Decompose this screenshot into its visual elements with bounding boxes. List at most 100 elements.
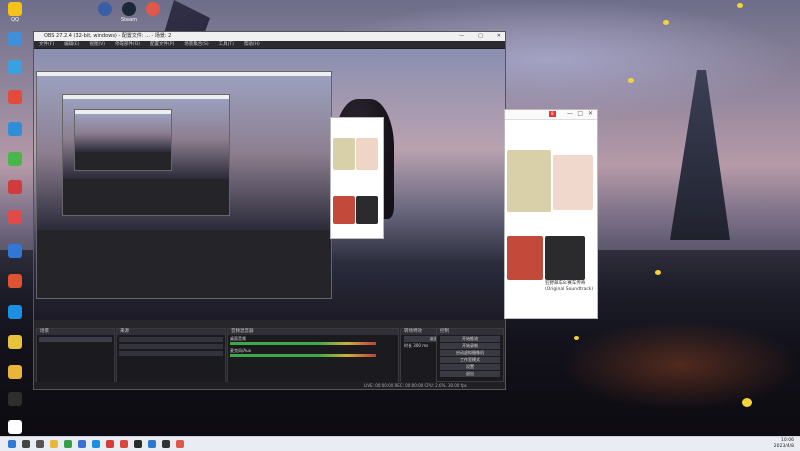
- source-item[interactable]: [119, 337, 223, 342]
- app-icon: [8, 244, 22, 258]
- control-button[interactable]: 设置: [440, 364, 500, 370]
- menu-item[interactable]: 停靠部件(D): [115, 41, 140, 48]
- taskbar-app5-icon[interactable]: [148, 440, 156, 448]
- album-cover[interactable]: [507, 236, 543, 280]
- nested-player: [330, 117, 384, 239]
- clock-date: 2023/4/8: [773, 444, 794, 449]
- taskbar-start-icon[interactable]: [8, 440, 16, 448]
- app-icon: [8, 122, 22, 136]
- minimize-icon[interactable]: —: [567, 110, 573, 117]
- desktop-icon[interactable]: [0, 365, 30, 380]
- volume-meter[interactable]: [230, 354, 376, 357]
- desktop-icon[interactable]: [0, 274, 30, 289]
- desktop-icon-label: QQ: [11, 17, 19, 23]
- obs-preview[interactable]: [34, 49, 505, 335]
- desktop-icon-label: Steam: [120, 17, 138, 23]
- app-icon: [8, 90, 22, 104]
- app-icon: [98, 2, 112, 16]
- desktop-icon[interactable]: [0, 305, 30, 320]
- app-icon: [8, 365, 22, 379]
- close-icon[interactable]: ✕: [588, 110, 593, 117]
- desktop-icon[interactable]: [0, 244, 30, 259]
- taskbar-clock[interactable]: 10:06 2023/4/8: [774, 438, 794, 450]
- taskbar-app6-icon[interactable]: [162, 440, 170, 448]
- mixer-track[interactable]: 桌面音频: [230, 336, 396, 347]
- nested-cover-4: [356, 196, 378, 224]
- taskbar-chrome-icon[interactable]: [64, 440, 72, 448]
- app-icon: [8, 60, 22, 74]
- taskbar-app2-icon[interactable]: [106, 440, 114, 448]
- duration-value[interactable]: 300 ms: [413, 343, 428, 348]
- butterfly-4: [655, 270, 661, 275]
- butterfly-5: [742, 398, 752, 407]
- control-button[interactable]: 退出: [440, 371, 500, 377]
- app-icon: [8, 420, 22, 434]
- scenes-header: 场景: [37, 329, 114, 335]
- control-button[interactable]: 开始推流: [440, 336, 500, 342]
- taskbar-app4-icon[interactable]: [134, 440, 142, 448]
- maximize-icon[interactable]: □: [577, 110, 583, 117]
- control-button[interactable]: 启动虚拟摄像机: [440, 350, 500, 356]
- album-cover[interactable]: [507, 150, 551, 212]
- app-icon: [122, 2, 136, 16]
- control-button[interactable]: 开始录制: [440, 343, 500, 349]
- taskbar-app3-icon[interactable]: [120, 440, 128, 448]
- nested-preview-3: [75, 114, 171, 152]
- taskbar-search-icon[interactable]: [22, 440, 30, 448]
- album-cover[interactable]: [553, 155, 593, 210]
- app-icon: [8, 210, 22, 224]
- taskbar-app1-icon[interactable]: [92, 440, 100, 448]
- scene-item[interactable]: [39, 337, 112, 342]
- volume-meter[interactable]: [230, 342, 376, 345]
- window-controls: — □ ✕: [459, 32, 501, 41]
- menu-item[interactable]: 配置文件(P): [150, 41, 174, 48]
- player-caption-sub: (Original Soundtrack): [545, 287, 594, 292]
- desktop-icon[interactable]: [0, 392, 30, 407]
- desktop-icon[interactable]: [0, 420, 30, 435]
- desktop-icon[interactable]: [0, 90, 30, 105]
- nested-cover-2: [356, 138, 378, 170]
- menu-item[interactable]: 工具(T): [219, 41, 234, 48]
- menu-item[interactable]: 文件(F): [39, 41, 54, 48]
- obs-window[interactable]: OBS 27.2.4 (32-bit, windows) - 配置文件: ...…: [33, 31, 506, 390]
- app-icon: [8, 152, 22, 166]
- menu-item[interactable]: 场景集合(S): [184, 41, 208, 48]
- album-cover[interactable]: [545, 236, 585, 280]
- source-item[interactable]: [119, 351, 223, 356]
- desktop-icon[interactable]: [0, 122, 30, 137]
- menu-item[interactable]: 编辑(E): [64, 41, 79, 48]
- minimize-icon[interactable]: —: [459, 32, 464, 41]
- desktop-icon[interactable]: [0, 335, 30, 350]
- desktop-icon[interactable]: [0, 152, 30, 167]
- desktop-icon[interactable]: [0, 60, 30, 75]
- desktop-icon[interactable]: [0, 32, 30, 47]
- obs-titlebar[interactable]: OBS 27.2.4 (32-bit, windows) - 配置文件: ...…: [34, 32, 505, 41]
- close-icon[interactable]: ✕: [497, 32, 501, 41]
- taskbar-explorer-icon[interactable]: [50, 440, 58, 448]
- taskbar-store-icon[interactable]: [78, 440, 86, 448]
- desktop-icon[interactable]: [138, 2, 168, 17]
- mixer-dock: 音频混音器 桌面音频 麦克风/Aux: [227, 328, 399, 384]
- player-badge: 8: [549, 111, 556, 117]
- menu-item[interactable]: 视图(V): [89, 41, 105, 48]
- app-icon: [8, 274, 22, 288]
- obs-title-text: OBS 27.2.4 (32-bit, windows) - 配置文件: ...…: [44, 33, 172, 39]
- desktop-icon[interactable]: QQ: [0, 2, 30, 23]
- desktop-icon[interactable]: [0, 210, 30, 225]
- sources-dock: 来源: [116, 328, 226, 384]
- maximize-icon[interactable]: □: [478, 32, 483, 41]
- desktop-icon[interactable]: [0, 180, 30, 195]
- player-header: 8 — □ ✕: [505, 110, 597, 120]
- media-player-window[interactable]: 8 — □ ✕ 狂野飙车8:赛车传奇 (Original Soundtrack): [504, 109, 598, 319]
- control-button[interactable]: 工作室模式: [440, 357, 500, 363]
- lava-glow: [560, 320, 800, 410]
- nested-docks: [37, 230, 331, 298]
- source-item[interactable]: [119, 344, 223, 349]
- taskbar: 10:06 2023/4/8: [0, 436, 800, 451]
- taskbar-taskview-icon[interactable]: [36, 440, 44, 448]
- taskbar-app7-icon[interactable]: [176, 440, 184, 448]
- mixer-track[interactable]: 麦克风/Aux: [230, 348, 396, 359]
- menu-item[interactable]: 帮助(H): [244, 41, 260, 48]
- sources-header: 来源: [117, 329, 225, 335]
- app-icon: [146, 2, 160, 16]
